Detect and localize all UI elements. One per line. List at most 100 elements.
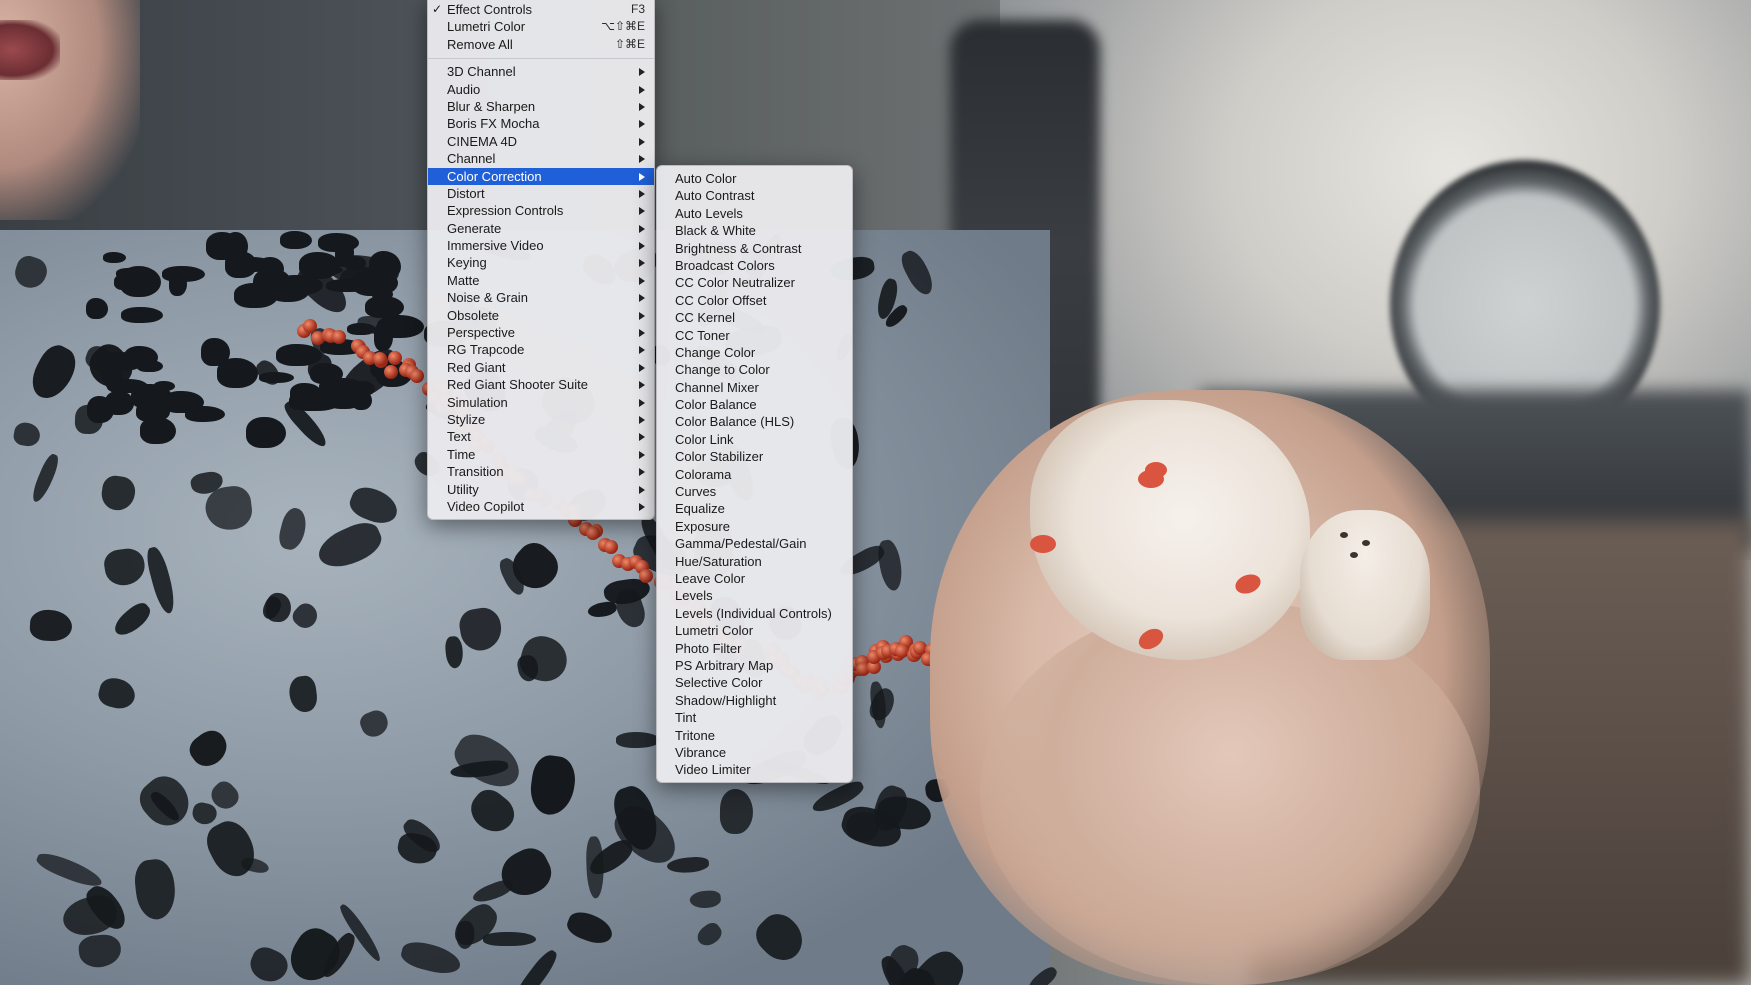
menu-item-label: Noise & Grain — [447, 290, 528, 306]
menu-item-utility[interactable]: Utility — [428, 481, 654, 498]
menu-item-label: Video Copilot — [447, 498, 525, 514]
submenu-item-curves[interactable]: Curves — [657, 483, 852, 500]
submenu-arrow-icon — [639, 224, 645, 233]
submenu-item-cc-toner[interactable]: CC Toner — [657, 327, 852, 344]
submenu-item-auto-levels[interactable]: Auto Levels — [657, 205, 852, 222]
submenu-arrow-icon — [639, 155, 645, 164]
menu-item-label: Time — [447, 446, 476, 462]
menu-item-label: Obsolete — [447, 307, 500, 323]
submenu-item-ps-arbitrary-map[interactable]: PS Arbitrary Map — [657, 657, 852, 674]
menu-item-stylize[interactable]: Stylize — [428, 411, 654, 428]
menu-item-boris-fx-mocha[interactable]: Boris FX Mocha — [428, 115, 654, 132]
submenu-item-tritone[interactable]: Tritone — [657, 727, 852, 744]
submenu-item-color-balance-hls[interactable]: Color Balance (HLS) — [657, 413, 852, 430]
submenu-item-leave-color[interactable]: Leave Color — [657, 570, 852, 587]
submenu-item-levels-individual-controls[interactable]: Levels (Individual Controls) — [657, 605, 852, 622]
video-frame-background — [0, 0, 1751, 985]
submenu-arrow-icon — [639, 502, 645, 511]
menu-item-color-correction[interactable]: Color Correction — [428, 167, 654, 185]
submenu-item-hue-saturation[interactable]: Hue/Saturation — [657, 553, 852, 570]
submenu-item-equalize[interactable]: Equalize — [657, 500, 852, 517]
menu-item-blur-and-sharpen[interactable]: Blur & Sharpen — [428, 98, 654, 115]
menu-item-label: Transition — [447, 464, 504, 480]
submenu-arrow-icon — [639, 381, 645, 390]
submenu-item-tint[interactable]: Tint — [657, 709, 852, 726]
submenu-item-gamma-pedestal-gain[interactable]: Gamma/Pedestal/Gain — [657, 535, 852, 552]
submenu-item-broadcast-colors[interactable]: Broadcast Colors — [657, 257, 852, 274]
menu-item-keying[interactable]: Keying — [428, 254, 654, 271]
menu-item-label: Audio — [447, 81, 481, 97]
submenu-item-change-to-color[interactable]: Change to Color — [657, 361, 852, 378]
menu-item-simulation[interactable]: Simulation — [428, 394, 654, 411]
submenu-arrow-icon — [639, 346, 645, 355]
menu-item-rg-trapcode[interactable]: RG Trapcode — [428, 341, 654, 358]
menu-item-cinema-4d[interactable]: CINEMA 4D — [428, 133, 654, 150]
menu-item-red-giant[interactable]: Red Giant — [428, 359, 654, 376]
submenu-item-photo-filter[interactable]: Photo Filter — [657, 640, 852, 657]
menu-item-effect-controls[interactable]: ✓ Effect Controls F3 — [428, 1, 654, 18]
menu-item-noise-and-grain[interactable]: Noise & Grain — [428, 289, 654, 306]
menu-item-transition[interactable]: Transition — [428, 463, 654, 480]
menu-item-label: Text — [447, 429, 471, 445]
menu-item-perspective[interactable]: Perspective — [428, 324, 654, 341]
submenu-arrow-icon — [639, 468, 645, 477]
submenu-item-shadow-highlight[interactable]: Shadow/Highlight — [657, 692, 852, 709]
submenu-item-video-limiter[interactable]: Video Limiter — [657, 761, 852, 778]
menu-item-expression-controls[interactable]: Expression Controls — [428, 202, 654, 219]
submenu-arrow-icon — [639, 120, 645, 129]
submenu-item-change-color[interactable]: Change Color — [657, 344, 852, 361]
menu-item-label: Simulation — [447, 394, 508, 410]
menu-item-shortcut: ⇧⌘E — [614, 36, 645, 51]
menu-item-label: Generate — [447, 220, 502, 236]
submenu-arrow-icon — [639, 172, 645, 181]
submenu-item-auto-contrast[interactable]: Auto Contrast — [657, 187, 852, 204]
submenu-arrow-icon — [639, 311, 645, 320]
menu-item-immersive-video[interactable]: Immersive Video — [428, 237, 654, 254]
submenu-arrow-icon — [639, 450, 645, 459]
menu-item-label: Lumetri Color — [447, 19, 526, 35]
submenu-item-selective-color[interactable]: Selective Color — [657, 674, 852, 691]
menu-item-audio[interactable]: Audio — [428, 81, 654, 98]
submenu-item-cc-color-offset[interactable]: CC Color Offset — [657, 292, 852, 309]
menu-item-obsolete[interactable]: Obsolete — [428, 307, 654, 324]
menu-item-red-giant-shooter-suite[interactable]: Red Giant Shooter Suite — [428, 376, 654, 393]
menu-item-generate[interactable]: Generate — [428, 220, 654, 237]
menu-item-label: 3D Channel — [447, 64, 516, 80]
submenu-item-cc-color-neutralizer[interactable]: CC Color Neutralizer — [657, 274, 852, 291]
submenu-arrow-icon — [639, 485, 645, 494]
submenu-item-cc-kernel[interactable]: CC Kernel — [657, 309, 852, 326]
menu-item-label: Blur & Sharpen — [447, 98, 536, 114]
menu-item-label: Matte — [447, 272, 480, 288]
submenu-item-color-balance[interactable]: Color Balance — [657, 396, 852, 413]
menu-item-lumetri-color[interactable]: Lumetri Color ⌥⇧⌘E — [428, 18, 654, 35]
menu-item-label: Channel — [447, 151, 496, 167]
submenu-arrow-icon — [639, 433, 645, 442]
submenu-arrow-icon — [639, 189, 645, 198]
submenu-item-colorama[interactable]: Colorama — [657, 466, 852, 483]
menu-item-matte[interactable]: Matte — [428, 272, 654, 289]
menu-item-shortcut: ⌥⇧⌘E — [601, 19, 645, 34]
submenu-item-channel-mixer[interactable]: Channel Mixer — [657, 379, 852, 396]
submenu-item-levels[interactable]: Levels — [657, 587, 852, 604]
menu-item-3d-channel[interactable]: 3D Channel — [428, 63, 654, 80]
submenu-item-lumetri-color[interactable]: Lumetri Color — [657, 622, 852, 639]
menu-item-remove-all[interactable]: Remove All ⇧⌘E — [428, 36, 654, 53]
submenu-arrow-icon — [639, 363, 645, 372]
menu-item-distort[interactable]: Distort — [428, 185, 654, 202]
submenu-item-brightness-and-contrast[interactable]: Brightness & Contrast — [657, 240, 852, 257]
submenu-arrow-icon — [639, 415, 645, 424]
submenu-arrow-icon — [639, 242, 645, 251]
submenu-item-color-stabilizer[interactable]: Color Stabilizer — [657, 448, 852, 465]
menu-item-time[interactable]: Time — [428, 446, 654, 463]
submenu-item-auto-color[interactable]: Auto Color — [657, 170, 852, 187]
submenu-arrow-icon — [639, 102, 645, 111]
submenu-item-black-and-white[interactable]: Black & White — [657, 222, 852, 239]
submenu-item-color-link[interactable]: Color Link — [657, 431, 852, 448]
submenu-item-exposure[interactable]: Exposure — [657, 518, 852, 535]
submenu-arrow-icon — [639, 137, 645, 146]
menu-item-text[interactable]: Text — [428, 428, 654, 445]
menu-item-video-copilot[interactable]: Video Copilot — [428, 498, 654, 515]
checkmark-icon: ✓ — [432, 2, 443, 16]
menu-item-channel[interactable]: Channel — [428, 150, 654, 167]
submenu-item-vibrance[interactable]: Vibrance — [657, 744, 852, 761]
